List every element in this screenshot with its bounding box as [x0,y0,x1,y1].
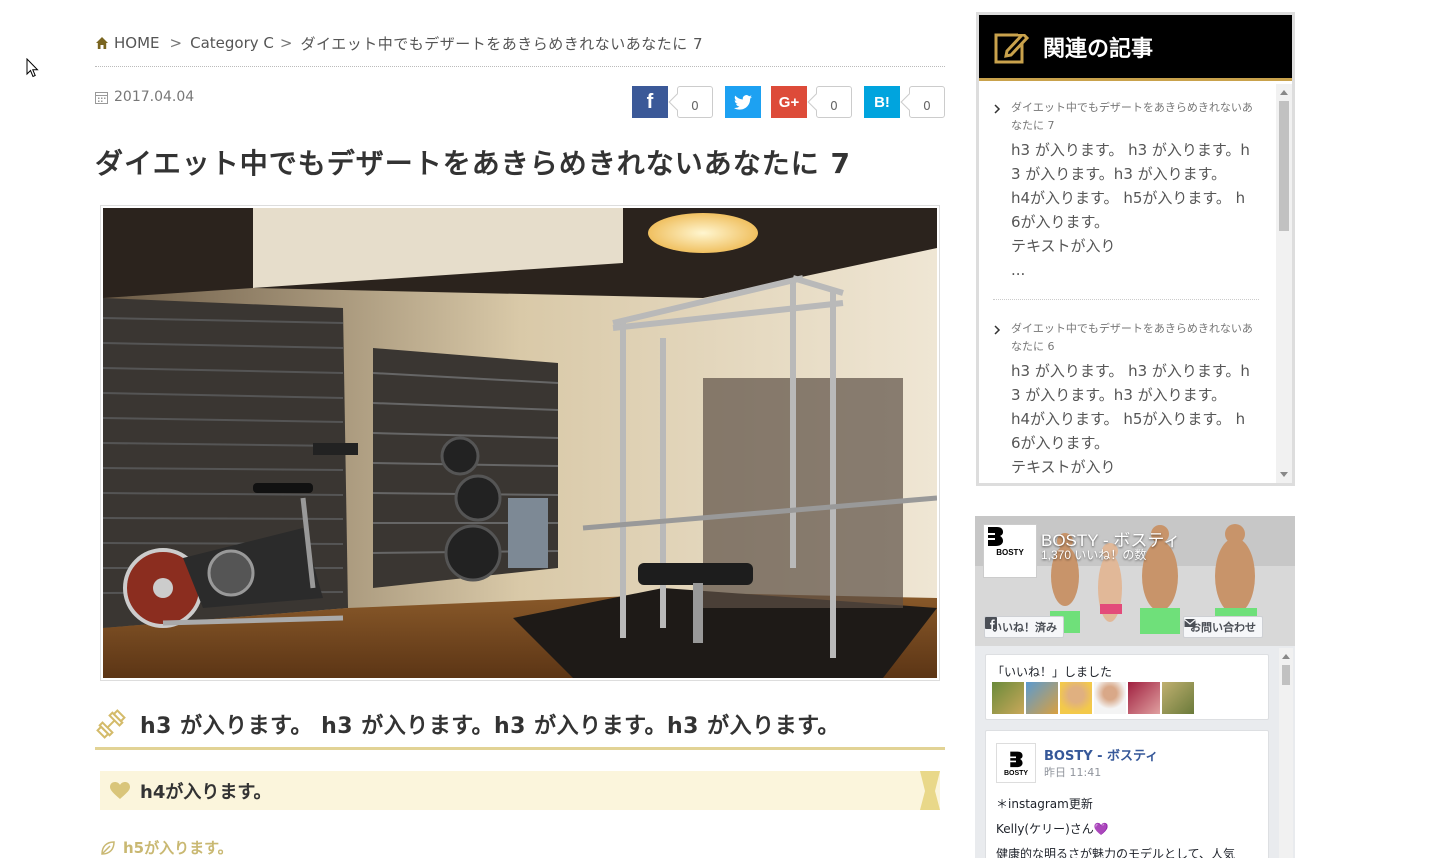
facebook-icon: f [646,90,654,113]
share-buttons: f 0 G+ 0 B! 0 [632,86,945,118]
post-text-line: Kelly(ケリー)さん💜 [996,822,1109,836]
heart-icon [110,781,130,799]
heading-h4: h4が入ります。 [100,771,940,810]
friend-avatar[interactable] [1162,682,1194,714]
excerpt-line: h3 が入ります。 h3 が入ります。h [1011,141,1250,159]
hatena-bookmark-button[interactable]: B! [864,86,900,118]
excerpt-line: h4が入ります。 h5が入ります。 h [1011,189,1246,207]
friend-avatar[interactable] [1128,682,1160,714]
facebook-share-button[interactable]: f [632,86,668,118]
facebook-feed: 「いいね！」しました BOSTY BOSTY - ボスティ 昨日 11:41 ＊… [975,646,1295,858]
bosty-logo-label: BOSTY [1003,769,1029,777]
excerpt-line: テキストが入り [1011,237,1116,255]
scroll-up-arrow-icon[interactable] [1282,654,1290,659]
chevron-right-icon [994,325,1001,335]
breadcrumb-home-link[interactable]: HOME [114,34,160,52]
breadcrumb-separator: > [279,34,293,52]
googleplus-share-count: 0 [816,86,852,118]
mouse-cursor-icon [26,58,39,78]
envelope-icon [1184,619,1196,627]
related-articles-widget: 関連の記事 ダイエット中でもデザートをあきらめきれないあなたに 7 h3 が入り… [976,12,1295,486]
googleplus-share-button[interactable]: G+ [771,86,807,118]
ribbon-decoration [920,771,940,810]
scroll-up-arrow-icon[interactable] [1280,90,1288,95]
related-articles-list: ダイエット中でもデザートをあきらめきれないあなたに 7 h3 が入ります。 h3… [979,84,1275,483]
calendar-icon [95,91,108,104]
post-author-name[interactable]: BOSTY - ボスティ [1044,745,1158,764]
home-icon [96,37,108,49]
bosty-logo-icon [1010,751,1023,767]
breadcrumb-separator: > [169,34,183,52]
post-title: ダイエット中でもデザートをあきらめきれないあなたに 7 [95,147,851,180]
hatena-share-count: 0 [909,86,945,118]
bosty-logo-icon [988,527,1003,546]
friends-avatars [992,682,1194,714]
excerpt-line: 3 が入ります。h3 が入ります。 [1011,165,1227,183]
related-article-title[interactable]: ダイエット中でもデザートをあきらめきれないあなたに 7 [1011,99,1261,135]
facebook-feed-scrollbar[interactable] [1279,648,1293,858]
related-article-excerpt: h3 が入ります。 h3 が入ります。h 3 が入ります。h3 が入ります。 h… [1011,359,1263,479]
facebook-page-widget: BOSTY BOSTY - ボスティ 1,370 いいね！の数 いいね！済み お… [975,516,1295,858]
facebook-contact-button[interactable]: お問い合わせ [1183,616,1263,638]
heading-h5-text: h5が入ります。 [123,839,233,857]
related-articles-heading: 関連の記事 [1043,36,1154,62]
post-author-avatar[interactable]: BOSTY [996,743,1036,783]
heading-h4-text: h4が入ります。 [140,781,272,803]
bosty-logo[interactable]: BOSTY [983,524,1037,578]
related-article-title[interactable]: ダイエット中でもデザートをあきらめきれないあなたに 6 [1011,320,1261,356]
facebook-liked-button[interactable]: いいね！済み [984,616,1064,638]
googleplus-icon: G+ [778,93,800,111]
facebook-likes-count: 1,370 いいね！の数 [1041,548,1147,562]
post-date: 2017.04.04 [95,89,194,105]
heading-h3-text: h3 が入ります。 h3 が入ります。h3 が入ります。h3 が入ります。 [140,713,840,739]
friend-avatar[interactable] [992,682,1024,714]
breadcrumb-current: ダイエット中でもデザートをあきらめきれないあなたに 7 [300,34,704,53]
twitter-share-button[interactable] [725,86,761,118]
excerpt-line: ... [1011,261,1026,279]
facebook-friends-liked: 「いいね！」しました [985,654,1269,720]
excerpt-line: h4が入ります。 h5が入ります。 h [1011,410,1246,428]
hero-image [100,205,940,681]
scrollbar-thumb[interactable] [1279,101,1289,231]
facebook-f-icon [985,617,997,629]
chevron-right-icon [994,104,1001,114]
excerpt-line: 6が入ります。 [1011,434,1110,452]
facebook-post: BOSTY BOSTY - ボスティ 昨日 11:41 ＊instagram更新… [985,730,1269,858]
gym-photo [103,208,937,678]
related-articles-header: 関連の記事 [979,15,1292,81]
facebook-cover[interactable]: BOSTY BOSTY - ボスティ 1,370 いいね！の数 いいね！済み お… [975,516,1295,646]
post-timestamp[interactable]: 昨日 11:41 [1044,764,1101,780]
related-divider [993,299,1259,300]
facebook-share-count: 0 [677,86,713,118]
friend-avatar[interactable] [1060,682,1092,714]
friend-avatar[interactable] [1026,682,1058,714]
excerpt-line: テキストが入り [1011,458,1116,476]
excerpt-line: h3 が入ります。 h3 が入ります。h [1011,362,1250,380]
excerpt-line: 6が入ります。 [1011,213,1110,231]
friend-avatar[interactable] [1094,682,1126,714]
heading-h5: h5が入ります。 [100,837,233,858]
post-text-line: 健康的な明るさが魅力のモデルとして、人気 [996,847,1236,858]
facebook-liked-label: いいね！済み [991,621,1057,634]
hatena-icon: B! [874,93,890,111]
post-date-text: 2017.04.04 [114,89,195,105]
scroll-down-arrow-icon[interactable] [1280,472,1288,477]
post-text-line: ＊instagram更新 [996,797,1093,811]
facebook-contact-label: お問い合わせ [1190,621,1256,634]
leaf-icon [101,840,115,855]
excerpt-line: 3 が入ります。h3 が入ります。 [1011,386,1227,404]
friends-liked-text: 「いいね！」しました [992,665,1113,679]
heading-h3: h3 が入ります。 h3 が入ります。h3 が入ります。h3 が入ります。 [95,700,945,750]
twitter-bird-icon [734,94,752,110]
breadcrumb-category-link[interactable]: Category C [190,34,274,52]
dumbbell-icon [96,708,126,739]
breadcrumb-divider [95,66,945,67]
bosty-logo-label: BOSTY [996,548,1024,557]
related-scrollbar[interactable] [1276,84,1292,483]
edit-icon [994,28,1029,63]
scrollbar-thumb[interactable] [1282,665,1290,685]
related-article-excerpt: h3 が入ります。 h3 が入ります。h 3 が入ります。h3 が入ります。 h… [1011,138,1263,282]
breadcrumb: HOME > Category C > ダイエット中でもデザートをあきらめきれな… [95,33,703,53]
